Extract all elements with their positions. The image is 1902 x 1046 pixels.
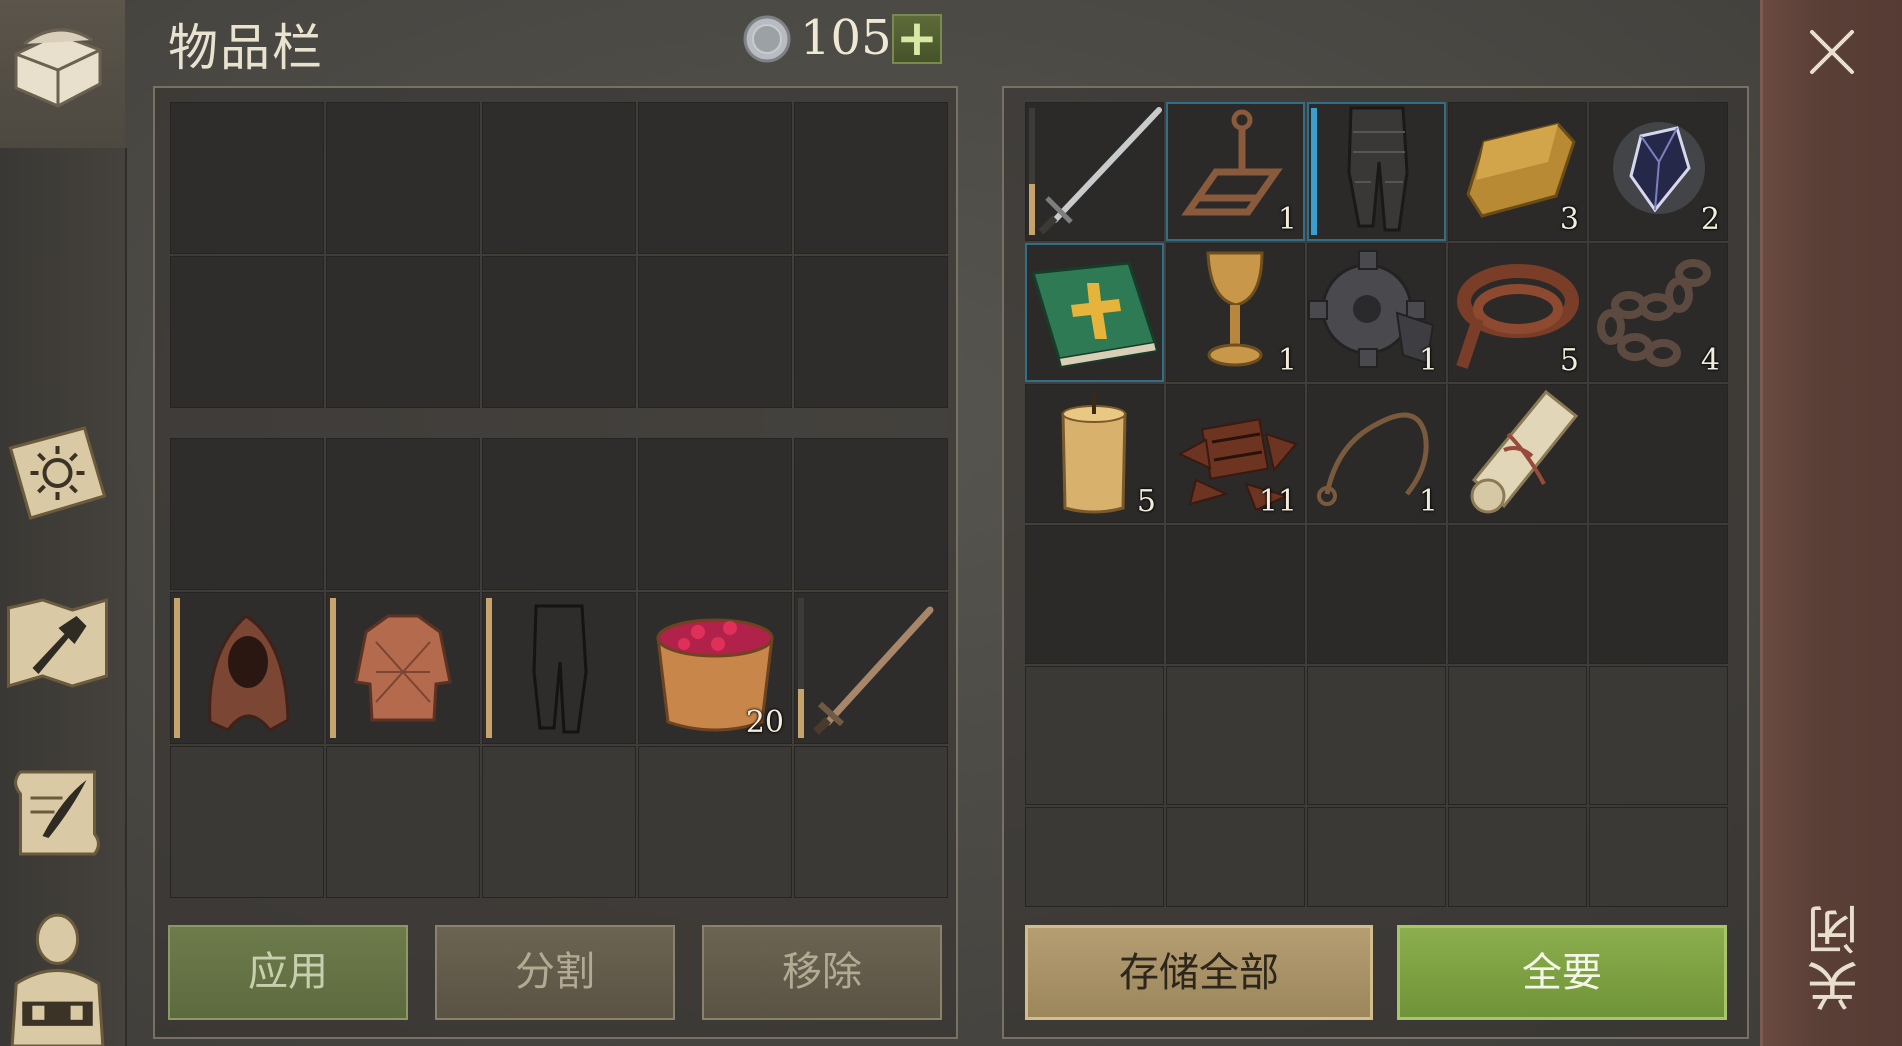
sun-book-icon[interactable] (0, 418, 115, 528)
book-icon (1031, 261, 1159, 369)
close-icon[interactable] (1806, 26, 1858, 78)
inventory-slot-sword[interactable] (794, 592, 948, 744)
store-all-button[interactable]: 存储全部 (1025, 925, 1373, 1020)
inventory-slot-pants[interactable] (482, 592, 636, 744)
inventory-slot[interactable] (638, 438, 792, 590)
inventory-slot[interactable] (482, 746, 636, 898)
item-quantity: 1 (1418, 343, 1438, 378)
sword-icon (1038, 107, 1162, 235)
storage-slot-chain[interactable]: 4 (1589, 243, 1728, 382)
item-quantity: 2 (1700, 202, 1720, 237)
inventory-slot[interactable] (638, 102, 792, 254)
leggings-icon (1347, 106, 1409, 232)
item-quantity: 1 (1277, 202, 1297, 237)
sidebar-active-tab[interactable] (0, 0, 125, 148)
storage-slot-rusty-scraps[interactable]: 11 (1166, 384, 1305, 523)
inventory-grid-upper (170, 102, 948, 408)
item-quantity: 20 (745, 705, 784, 740)
storage-slot[interactable] (1166, 666, 1305, 805)
storage-slot[interactable] (1448, 807, 1587, 907)
inventory-slot[interactable] (794, 438, 948, 590)
storage-slot-leather-strip[interactable]: 5 (1448, 243, 1587, 382)
scroll-icon (1470, 389, 1579, 514)
storage-slot[interactable] (1025, 666, 1164, 805)
item-quantity: 4 (1700, 343, 1720, 378)
sword-icon (813, 606, 934, 735)
currency-amount: 105 (800, 10, 892, 66)
inventory-slot[interactable] (170, 256, 324, 408)
pants-icon (532, 604, 588, 734)
storage-slot[interactable] (1025, 525, 1164, 664)
storage-slot-holy-book[interactable] (1025, 243, 1164, 382)
item-quantity: 5 (1559, 343, 1579, 378)
add-currency-button[interactable]: + (892, 13, 942, 64)
inventory-slot[interactable] (794, 256, 948, 408)
inventory-slot[interactable] (482, 102, 636, 254)
storage-slot[interactable] (1025, 807, 1164, 907)
inventory-slot[interactable] (482, 256, 636, 408)
inventory-slot[interactable] (170, 102, 324, 254)
inventory-slot-gambeson[interactable] (326, 592, 480, 744)
storage-slot[interactable] (1589, 666, 1728, 805)
apply-button[interactable]: 应用 (168, 925, 408, 1020)
inventory-grid-lower: 20 (170, 438, 948, 898)
item-quantity: 5 (1136, 484, 1156, 519)
storage-slot-gold-ingot[interactable]: 3 (1448, 102, 1587, 241)
storage-slot[interactable] (1307, 666, 1446, 805)
item-quantity: 3 (1559, 202, 1579, 237)
close-label[interactable]: 关闭 (1800, 900, 1868, 1012)
hammer-map-icon[interactable] (0, 588, 115, 698)
storage-slot[interactable] (1589, 384, 1728, 523)
silver-coin-icon (743, 15, 791, 63)
remove-button[interactable]: 移除 (702, 925, 942, 1020)
storage-slot-crank-frame[interactable]: 1 (1166, 102, 1305, 241)
split-button[interactable]: 分割 (435, 925, 675, 1020)
take-all-button[interactable]: 全要 (1397, 925, 1727, 1020)
chest-icon (14, 28, 102, 108)
inventory-slot[interactable] (170, 746, 324, 898)
storage-slot[interactable] (1448, 666, 1587, 805)
item-quantity: 11 (1258, 484, 1297, 519)
storage-slot-armored-leggings[interactable] (1307, 102, 1446, 241)
inventory-slot[interactable] (794, 746, 948, 898)
inventory-slot[interactable] (170, 438, 324, 590)
inventory-slot[interactable] (638, 746, 792, 898)
hood-icon (208, 614, 290, 732)
storage-slot-chalice[interactable]: 1 (1166, 243, 1305, 382)
storage-slot-blue-crystal[interactable]: 2 (1589, 102, 1728, 241)
storage-slot-gear[interactable]: 1 (1307, 243, 1446, 382)
storage-slot-candle[interactable]: 5 (1025, 384, 1164, 523)
storage-slot-sword[interactable] (1025, 102, 1164, 241)
inventory-slot[interactable] (326, 256, 480, 408)
item-quantity: 1 (1418, 484, 1438, 519)
inventory-slot[interactable] (326, 746, 480, 898)
storage-slot[interactable] (1166, 807, 1305, 907)
inventory-slot[interactable] (794, 102, 948, 254)
storage-slot[interactable] (1589, 807, 1728, 907)
storage-slot[interactable] (1589, 525, 1728, 664)
sidebar (0, 0, 127, 1046)
storage-slot[interactable] (1166, 525, 1305, 664)
storage-slot[interactable] (1307, 807, 1446, 907)
scroll-quill-icon[interactable] (0, 758, 115, 868)
close-strip[interactable] (1760, 0, 1902, 1046)
inventory-slot[interactable] (482, 438, 636, 590)
inventory-slot-hood[interactable] (170, 592, 324, 744)
storage-grid: 1 3 2 1 1 5 4 5 11 1 (1025, 102, 1728, 907)
storage-slot-scroll[interactable] (1448, 384, 1587, 523)
inventory-slot[interactable] (638, 256, 792, 408)
inventory-slot-berry-bucket[interactable]: 20 (638, 592, 792, 744)
inventory-slot[interactable] (326, 438, 480, 590)
item-quantity: 1 (1277, 343, 1297, 378)
storage-slot[interactable] (1448, 525, 1587, 664)
storage-slot-rope[interactable]: 1 (1307, 384, 1446, 523)
character-icon[interactable] (0, 905, 115, 1046)
gambeson-icon (354, 614, 452, 722)
inventory-slot[interactable] (326, 102, 480, 254)
storage-slot[interactable] (1307, 525, 1446, 664)
page-title: 物品栏 (168, 19, 324, 77)
